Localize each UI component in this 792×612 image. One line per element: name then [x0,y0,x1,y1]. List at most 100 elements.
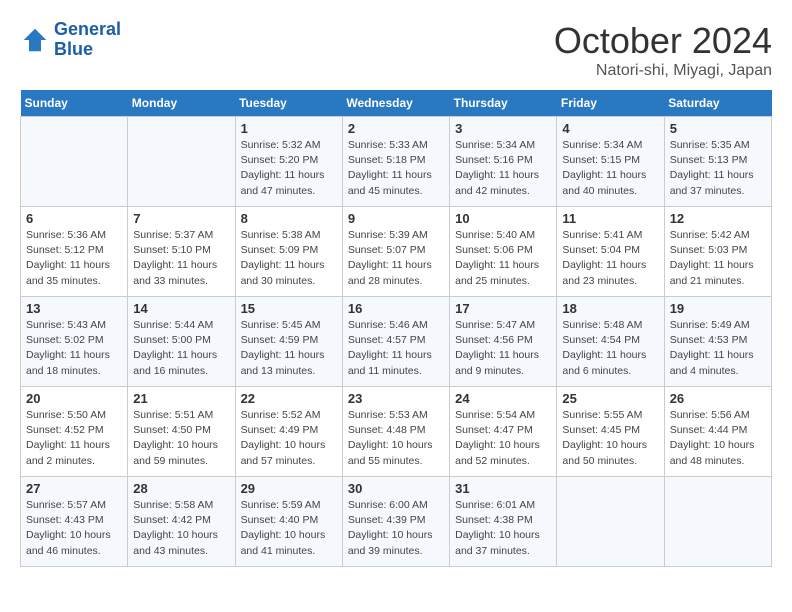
table-row [128,117,235,207]
calendar-subtitle: Natori-shi, Miyagi, Japan [554,62,772,80]
calendar-week-row: 6 Sunrise: 5:36 AM Sunset: 5:12 PM Daylig… [21,207,772,297]
day-number: 9 [348,211,444,226]
day-info: Sunrise: 5:41 AM Sunset: 5:04 PM Dayligh… [562,228,658,289]
table-row: 26 Sunrise: 5:56 AM Sunset: 4:44 PM Dayli… [664,387,771,477]
day-number: 24 [455,391,551,406]
day-number: 22 [241,391,337,406]
day-info: Sunrise: 5:50 AM Sunset: 4:52 PM Dayligh… [26,408,122,469]
day-info: Sunrise: 5:35 AM Sunset: 5:13 PM Dayligh… [670,138,766,199]
day-info: Sunrise: 5:42 AM Sunset: 5:03 PM Dayligh… [670,228,766,289]
day-info: Sunrise: 5:36 AM Sunset: 5:12 PM Dayligh… [26,228,122,289]
table-row: 11 Sunrise: 5:41 AM Sunset: 5:04 PM Dayli… [557,207,664,297]
day-info: Sunrise: 5:34 AM Sunset: 5:15 PM Dayligh… [562,138,658,199]
table-row: 12 Sunrise: 5:42 AM Sunset: 5:03 PM Dayli… [664,207,771,297]
day-info: Sunrise: 5:51 AM Sunset: 4:50 PM Dayligh… [133,408,229,469]
calendar-header-row: Sunday Monday Tuesday Wednesday Thursday… [21,90,772,117]
table-row: 31 Sunrise: 6:01 AM Sunset: 4:38 PM Dayli… [450,477,557,567]
table-row: 2Sunrise: 5:33 AM Sunset: 5:18 PM Daylig… [342,117,449,207]
day-number: 30 [348,481,444,496]
day-info: Sunrise: 5:44 AM Sunset: 5:00 PM Dayligh… [133,318,229,379]
col-tuesday: Tuesday [235,90,342,117]
day-info: Sunrise: 5:32 AM Sunset: 5:20 PM Dayligh… [241,138,337,199]
day-number: 21 [133,391,229,406]
day-number: 18 [562,301,658,316]
title-area: October 2024 Natori-shi, Miyagi, Japan [554,20,772,80]
day-number: 29 [241,481,337,496]
day-info: Sunrise: 5:59 AM Sunset: 4:40 PM Dayligh… [241,498,337,559]
calendar-week-row: 1 Sunrise: 5:32 AM Sunset: 5:20 PM Daylig… [21,117,772,207]
table-row: 24Sunrise: 5:54 AM Sunset: 4:47 PM Dayli… [450,387,557,477]
day-number: 6 [26,211,122,226]
day-number: 28 [133,481,229,496]
day-info: Sunrise: 5:33 AM Sunset: 5:18 PM Dayligh… [348,138,444,199]
table-row: 9 Sunrise: 5:39 AM Sunset: 5:07 PM Daylig… [342,207,449,297]
table-row: 29 Sunrise: 5:59 AM Sunset: 4:40 PM Dayli… [235,477,342,567]
day-info: Sunrise: 5:56 AM Sunset: 4:44 PM Dayligh… [670,408,766,469]
day-number: 31 [455,481,551,496]
day-info: Sunrise: 5:45 AM Sunset: 4:59 PM Dayligh… [241,318,337,379]
col-saturday: Saturday [664,90,771,117]
day-number: 12 [670,211,766,226]
logo: General Blue [20,20,121,60]
col-wednesday: Wednesday [342,90,449,117]
table-row: 21 Sunrise: 5:51 AM Sunset: 4:50 PM Dayli… [128,387,235,477]
table-row [664,477,771,567]
col-thursday: Thursday [450,90,557,117]
day-number: 3 [455,121,551,136]
day-number: 11 [562,211,658,226]
day-info: Sunrise: 5:38 AM Sunset: 5:09 PM Dayligh… [241,228,337,289]
day-info: Sunrise: 5:57 AM Sunset: 4:43 PM Dayligh… [26,498,122,559]
day-info: Sunrise: 5:47 AM Sunset: 4:56 PM Dayligh… [455,318,551,379]
table-row [557,477,664,567]
calendar-week-row: 20Sunrise: 5:50 AM Sunset: 4:52 PM Dayli… [21,387,772,477]
day-number: 26 [670,391,766,406]
table-row: 19 Sunrise: 5:49 AM Sunset: 4:53 PM Dayli… [664,297,771,387]
table-row: 20Sunrise: 5:50 AM Sunset: 4:52 PM Dayli… [21,387,128,477]
day-number: 8 [241,211,337,226]
day-info: Sunrise: 5:39 AM Sunset: 5:07 PM Dayligh… [348,228,444,289]
table-row: 8 Sunrise: 5:38 AM Sunset: 5:09 PM Daylig… [235,207,342,297]
day-info: Sunrise: 5:52 AM Sunset: 4:49 PM Dayligh… [241,408,337,469]
table-row [21,117,128,207]
table-row: 16 Sunrise: 5:46 AM Sunset: 4:57 PM Dayli… [342,297,449,387]
table-row: 1 Sunrise: 5:32 AM Sunset: 5:20 PM Daylig… [235,117,342,207]
day-info: Sunrise: 5:46 AM Sunset: 4:57 PM Dayligh… [348,318,444,379]
day-info: Sunrise: 5:55 AM Sunset: 4:45 PM Dayligh… [562,408,658,469]
day-number: 4 [562,121,658,136]
day-number: 14 [133,301,229,316]
day-number: 7 [133,211,229,226]
day-number: 19 [670,301,766,316]
table-row: 18 Sunrise: 5:48 AM Sunset: 4:54 PM Dayli… [557,297,664,387]
day-number: 17 [455,301,551,316]
col-friday: Friday [557,90,664,117]
day-number: 23 [348,391,444,406]
table-row: 10Sunrise: 5:40 AM Sunset: 5:06 PM Dayli… [450,207,557,297]
day-info: Sunrise: 5:49 AM Sunset: 4:53 PM Dayligh… [670,318,766,379]
table-row: 23Sunrise: 5:53 AM Sunset: 4:48 PM Dayli… [342,387,449,477]
table-row: 6 Sunrise: 5:36 AM Sunset: 5:12 PM Daylig… [21,207,128,297]
day-number: 27 [26,481,122,496]
table-row: 5 Sunrise: 5:35 AM Sunset: 5:13 PM Daylig… [664,117,771,207]
calendar-title: October 2024 [554,20,772,62]
table-row: 27 Sunrise: 5:57 AM Sunset: 4:43 PM Dayli… [21,477,128,567]
calendar-week-row: 13Sunrise: 5:43 AM Sunset: 5:02 PM Dayli… [21,297,772,387]
table-row: 4 Sunrise: 5:34 AM Sunset: 5:15 PM Daylig… [557,117,664,207]
table-row: 3 Sunrise: 5:34 AM Sunset: 5:16 PM Daylig… [450,117,557,207]
day-number: 5 [670,121,766,136]
day-info: Sunrise: 6:00 AM Sunset: 4:39 PM Dayligh… [348,498,444,559]
table-row: 15Sunrise: 5:45 AM Sunset: 4:59 PM Dayli… [235,297,342,387]
col-sunday: Sunday [21,90,128,117]
calendar-table: Sunday Monday Tuesday Wednesday Thursday… [20,90,772,567]
day-number: 16 [348,301,444,316]
table-row: 25Sunrise: 5:55 AM Sunset: 4:45 PM Dayli… [557,387,664,477]
day-number: 1 [241,121,337,136]
col-monday: Monday [128,90,235,117]
logo-text: General Blue [54,20,121,60]
day-info: Sunrise: 5:34 AM Sunset: 5:16 PM Dayligh… [455,138,551,199]
day-info: Sunrise: 5:43 AM Sunset: 5:02 PM Dayligh… [26,318,122,379]
table-row: 13Sunrise: 5:43 AM Sunset: 5:02 PM Dayli… [21,297,128,387]
day-number: 10 [455,211,551,226]
day-info: Sunrise: 6:01 AM Sunset: 4:38 PM Dayligh… [455,498,551,559]
day-info: Sunrise: 5:48 AM Sunset: 4:54 PM Dayligh… [562,318,658,379]
table-row: 7Sunrise: 5:37 AM Sunset: 5:10 PM Daylig… [128,207,235,297]
